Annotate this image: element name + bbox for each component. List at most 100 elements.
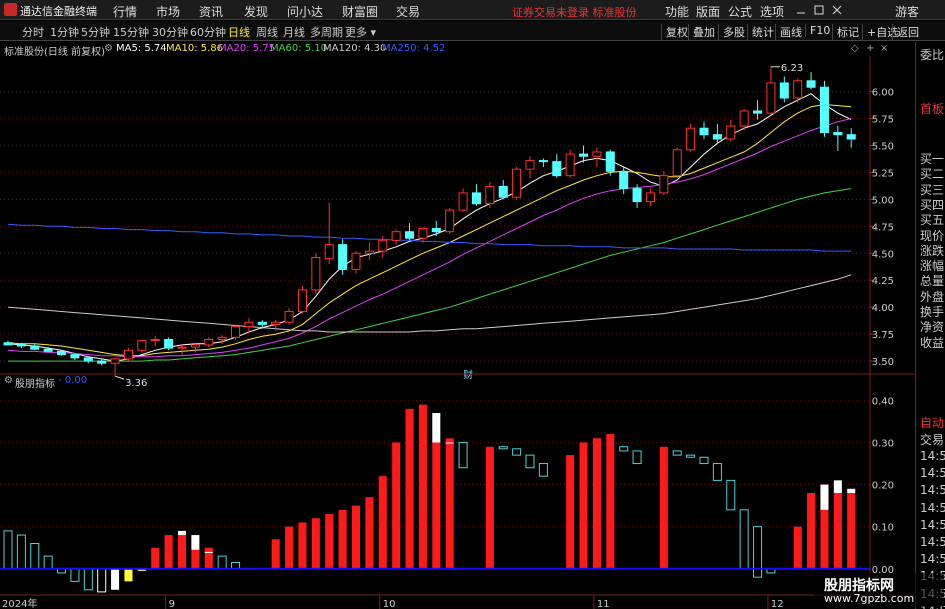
- indicator-bar: [365, 497, 374, 569]
- app-window: 通达信金融终端 行情 市场 资讯 发现 问小达 财富圈 交易 证券交易未登录 标…: [0, 0, 945, 609]
- menu-hangqing[interactable]: 行情: [113, 3, 137, 20]
- candle-body: [204, 339, 214, 346]
- indicator-bar: [378, 476, 387, 569]
- period-1min[interactable]: 1分钟: [50, 24, 79, 40]
- candle: [150, 336, 160, 346]
- candle-body: [97, 360, 107, 364]
- indicator-bar: [325, 514, 334, 569]
- ma10-label: MA10: 5.86: [166, 43, 224, 54]
- period-fenshi[interactable]: 分时: [22, 24, 44, 40]
- candle-body: [458, 192, 468, 211]
- candle-body: [338, 244, 348, 270]
- period-15min[interactable]: 15分钟: [113, 24, 149, 40]
- title-bar: 通达信金融终端 行情 市场 资讯 发现 问小达 财富圈 交易 证券交易未登录 标…: [0, 0, 945, 20]
- period-60min[interactable]: 60分钟: [190, 24, 226, 40]
- side-panel-item: 14:56: [920, 483, 945, 498]
- menu-shichang[interactable]: 市场: [156, 3, 180, 20]
- close-panel-icon[interactable]: ×: [880, 43, 888, 54]
- period-daily[interactable]: 日线: [228, 24, 250, 40]
- candle-body: [793, 80, 803, 99]
- ma-lines: [7, 93, 852, 362]
- candle-body: [3, 342, 13, 346]
- side-panel-item: 14:56: [920, 552, 945, 567]
- candle: [458, 188, 468, 213]
- period-more[interactable]: 更多 ▾: [345, 24, 376, 40]
- indicator-bar: [164, 535, 173, 569]
- menu-faxian[interactable]: 发现: [244, 3, 268, 20]
- value-tick-label: 0.40: [872, 396, 894, 407]
- tool-biaoji[interactable]: 标记: [832, 24, 859, 40]
- menu-gongneng[interactable]: 功能: [665, 3, 689, 20]
- indicator-bar-top: [177, 530, 187, 536]
- quote-side-panel: 委比首板买一买二买三买四买五现价涨跌涨幅总量外盘换手净资收益自动交易14:561…: [915, 42, 945, 609]
- period-30min[interactable]: 30分钟: [152, 24, 188, 40]
- indicator-bar-hollow: [3, 530, 13, 570]
- menu-wenxiaoda[interactable]: 问小达: [287, 3, 323, 20]
- indicator-bar-hollow: [619, 446, 629, 452]
- indicator-bar: [592, 438, 601, 569]
- candle: [405, 223, 415, 241]
- candle: [97, 358, 107, 366]
- tool-back[interactable]: 返回: [892, 24, 919, 40]
- diamond-icon[interactable]: ◇: [851, 43, 859, 54]
- settings-icon[interactable]: ⚙: [104, 43, 113, 54]
- date-label: 10: [383, 599, 396, 609]
- indicator-bar: [351, 505, 361, 569]
- candle-body: [83, 357, 93, 362]
- period-monthly[interactable]: 月线: [283, 24, 305, 40]
- candle: [297, 285, 307, 314]
- maximize-window-icon[interactable]: [813, 4, 825, 16]
- candle-body: [753, 110, 763, 114]
- indicator-bar-hollow: [686, 454, 696, 458]
- menu-caifuquan[interactable]: 财富圈: [342, 3, 378, 20]
- guest-user[interactable]: 游客: [895, 3, 919, 20]
- tool-diejia[interactable]: 叠加: [688, 24, 715, 40]
- indicator-bar-hollow: [739, 509, 749, 570]
- menu-banmian[interactable]: 版面: [696, 3, 720, 20]
- indicator-bar-hollow: [512, 448, 522, 456]
- sub-value-axis: 0.400.300.200.100.00: [869, 374, 894, 595]
- menu-gongshi[interactable]: 公式: [728, 3, 752, 20]
- date-label: 9: [169, 599, 175, 609]
- indicator-settings-icon[interactable]: ⚙: [4, 375, 13, 386]
- tool-f10[interactable]: F10: [805, 24, 830, 37]
- tool-duogu[interactable]: 多股: [718, 24, 745, 40]
- price-tick-label: 5.25: [872, 168, 894, 179]
- menu-zixun[interactable]: 资讯: [199, 3, 223, 20]
- tool-huaxian[interactable]: 画线: [775, 24, 802, 40]
- candle-body: [833, 132, 843, 136]
- candle: [525, 156, 535, 178]
- candle-body: [672, 149, 682, 177]
- period-weekly[interactable]: 周线: [256, 24, 278, 40]
- tool-fuquan[interactable]: 复权: [661, 24, 688, 40]
- indicator-bar: [111, 568, 120, 590]
- menu-jiaoyi[interactable]: 交易: [396, 3, 420, 20]
- plus-icon[interactable]: +: [866, 43, 874, 54]
- period-multi[interactable]: 多周期: [310, 24, 343, 40]
- indicator-bar: [151, 547, 160, 569]
- close-window-icon[interactable]: [831, 4, 843, 16]
- ma-line-ma250: [7, 223, 852, 252]
- candle: [712, 123, 722, 144]
- indicator-bar-top: [820, 484, 829, 510]
- minimize-window-icon[interactable]: [795, 4, 807, 16]
- app-logo-icon: [4, 3, 17, 16]
- candle: [605, 149, 615, 176]
- side-panel-item: 首板: [920, 102, 945, 116]
- ma-line-ma20: [7, 118, 852, 358]
- candle-body: [605, 151, 615, 172]
- indicator-bar: [432, 442, 441, 569]
- tool-tongji[interactable]: 统计: [747, 24, 774, 40]
- indicator-bar: [204, 547, 213, 569]
- trade-login-warning[interactable]: 证券交易未登录 标准股份: [512, 4, 637, 20]
- period-5min[interactable]: 5分钟: [81, 24, 110, 40]
- indicator-bar: [418, 404, 427, 569]
- kline-chart[interactable]: 6.00 5.75 5.50 5.25 5.00 4.75 4.50 4.25 4.00 3.75…: [0, 56, 915, 609]
- candle-body: [806, 80, 816, 88]
- candle-body: [565, 153, 575, 177]
- indicator-bar-hollow: [30, 543, 40, 570]
- menu-xuanxiang[interactable]: 选项: [760, 3, 784, 20]
- indicator-bar-top: [445, 442, 454, 444]
- indicator-bar-hollow: [97, 568, 107, 593]
- indicator-bar: [606, 434, 615, 569]
